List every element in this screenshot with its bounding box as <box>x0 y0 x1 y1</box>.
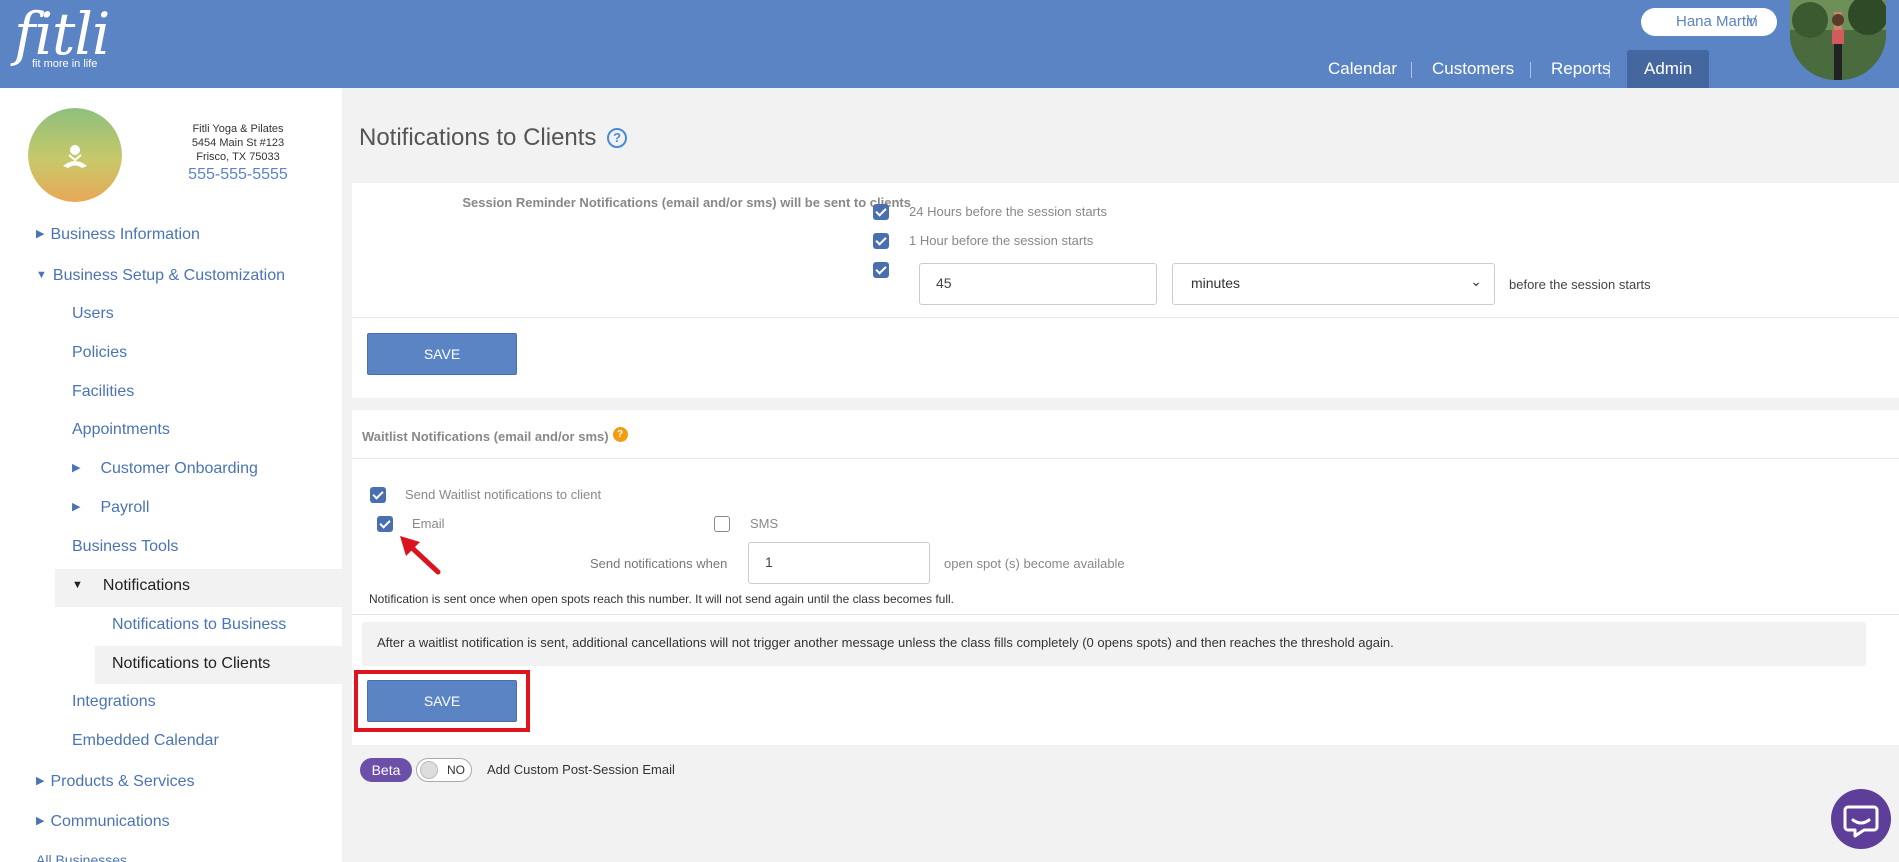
waitlist-send-label: Send Waitlist notifications to client <box>405 487 602 502</box>
reminder-unit-select[interactable]: minutes ⌄ <box>1172 263 1495 305</box>
sidebar-item-notifications[interactable]: ▼ Notifications <box>72 577 190 595</box>
business-address-line1: 5454 Main St #123 <box>191 137 285 149</box>
sidebar-item-all-businesses[interactable]: All Businesses <box>36 852 127 862</box>
sidebar-item-label: Products & Services <box>50 773 195 790</box>
session-reminder-card: Session Reminder Notifications (email an… <box>352 183 1899 398</box>
reminder-1h-checkbox[interactable] <box>873 233 889 249</box>
sidebar-item-policies[interactable]: Policies <box>72 344 127 362</box>
threshold-input[interactable]: 1 <box>748 542 930 584</box>
nav-divider <box>1411 62 1412 78</box>
nav-customers[interactable]: Customers <box>1432 50 1514 88</box>
waitlist-email-checkbox[interactable] <box>377 516 393 532</box>
reminder-custom-value-input[interactable]: 45 <box>919 263 1157 305</box>
threshold-label: Send notifications when <box>590 556 728 571</box>
sidebar-item-business-setup[interactable]: ▼ Business Setup & Customization <box>36 267 285 285</box>
sidebar-item-appointments[interactable]: Appointments <box>72 421 170 439</box>
page-title-text: Notifications to Clients <box>359 124 597 151</box>
waitlist-heading-text: Waitlist Notifications (email and/or sms… <box>362 429 609 444</box>
session-reminder-heading: Session Reminder Notifications (email an… <box>462 195 911 210</box>
waitlist-sms-checkbox[interactable] <box>714 516 730 532</box>
reminder-save-button[interactable]: SAVE <box>367 333 517 375</box>
user-menu-button[interactable]: Hana Martin ⋁ <box>1641 8 1777 36</box>
reminder-custom-checkbox[interactable] <box>873 262 889 278</box>
sidebar-item-label: Notifications <box>102 577 191 594</box>
sidebar-item-facilities[interactable]: Facilities <box>72 383 134 401</box>
sidebar-item-users[interactable]: Users <box>72 305 114 323</box>
custom-email-toggle[interactable]: NO <box>416 758 472 782</box>
nav-calendar[interactable]: Calendar <box>1328 50 1397 88</box>
red-arrow-annotation <box>400 536 441 575</box>
sidebar-item-embedded-calendar[interactable]: Embedded Calendar <box>72 732 219 750</box>
caret-right-icon: ▶ <box>72 462 81 474</box>
page-title: Notifications to Clients ? <box>359 124 628 152</box>
sidebar-item-customer-onboarding[interactable]: ▶ Customer Onboarding <box>72 460 258 478</box>
waitlist-heading: Waitlist Notifications (email and/or sms… <box>362 427 628 444</box>
reminder-unit-value: minutes <box>1191 275 1241 291</box>
custom-email-label: Add Custom Post-Session Email <box>487 762 675 777</box>
logo-wordmark: fitli <box>14 0 110 68</box>
waitlist-info-box: After a waitlist notification is sent, a… <box>362 622 1866 666</box>
card-divider <box>352 317 1899 318</box>
caret-down-icon: ▼ <box>72 579 83 591</box>
waitlist-sms-label: SMS <box>750 516 779 531</box>
chevron-down-icon: ⌄ <box>1470 273 1482 289</box>
waitlist-card: Waitlist Notifications (email and/or sms… <box>352 410 1899 745</box>
business-name: Fitli Yoga & Pilates <box>192 123 284 135</box>
nav-reports[interactable]: Reports <box>1551 50 1611 88</box>
card-divider <box>352 458 1899 459</box>
sidebar-item-payroll[interactable]: ▶ Payroll <box>72 499 149 517</box>
user-name: Hana Martin <box>1676 13 1758 30</box>
reminder-24h-checkbox[interactable] <box>873 204 889 220</box>
business-info: Fitli Yoga & Pilates 5454 Main St #123 F… <box>160 122 316 183</box>
caret-right-icon: ▶ <box>72 501 81 513</box>
chat-button[interactable] <box>1831 789 1891 849</box>
reminder-1h-label: 1 Hour before the session starts <box>909 233 1094 248</box>
sidebar-item-products-services[interactable]: ▶ Products & Services <box>36 773 195 791</box>
nav-divider <box>1609 62 1610 78</box>
waitlist-note: Notification is sent once when open spot… <box>369 592 954 606</box>
sidebar-item-communications[interactable]: ▶ Communications <box>36 813 170 831</box>
caret-right-icon: ▶ <box>36 775 45 787</box>
toggle-knob <box>420 761 438 779</box>
avatar[interactable] <box>1790 0 1886 80</box>
sidebar-item-notifications-to-clients[interactable]: Notifications to Clients <box>112 655 270 673</box>
nav-admin[interactable]: Admin <box>1627 50 1710 88</box>
business-phone[interactable]: 555-555-5555 <box>160 167 316 183</box>
sidebar-item-label: Payroll <box>100 499 150 516</box>
reminder-24h-label: 24 Hours before the session starts <box>909 204 1107 219</box>
sidebar-item-label: Customer Onboarding <box>100 460 258 477</box>
caret-right-icon: ▶ <box>36 228 45 240</box>
caret-right-icon: ▶ <box>36 815 45 827</box>
sidebar-item-business-tools[interactable]: Business Tools <box>72 538 178 556</box>
chevron-down-icon: ⋁ <box>1747 13 1757 27</box>
sidebar: Fitli Yoga & Pilates 5454 Main St #123 F… <box>0 88 342 862</box>
sidebar-item-label: Business Information <box>50 226 200 243</box>
toggle-state-label: NO <box>447 763 465 777</box>
business-address-line2: Frisco, TX 75033 <box>196 151 280 163</box>
nav-divider <box>1530 62 1531 78</box>
card-divider <box>352 614 1899 615</box>
caret-down-icon: ▼ <box>36 269 47 281</box>
sidebar-item-label: Communications <box>50 813 170 830</box>
reminder-custom-suffix: before the session starts <box>1509 277 1651 292</box>
fitli-logo[interactable]: fitli fit more in life <box>14 0 110 70</box>
threshold-suffix: open spot (s) become available <box>944 556 1125 571</box>
top-header: fitli fit more in life Hana Martin ⋁ Cal… <box>0 0 1899 88</box>
sidebar-item-integrations[interactable]: Integrations <box>72 693 156 711</box>
business-logo <box>28 108 122 202</box>
help-icon[interactable]: ? <box>607 128 628 148</box>
chat-bubble-icon <box>1843 805 1879 838</box>
help-icon[interactable]: ? <box>612 427 628 442</box>
sidebar-item-notifications-to-business[interactable]: Notifications to Business <box>112 616 286 634</box>
beta-badge: Beta <box>360 758 412 782</box>
waitlist-email-label: Email <box>412 516 445 531</box>
sidebar-item-label: Business Setup & Customization <box>52 267 286 284</box>
waitlist-send-checkbox[interactable] <box>370 487 386 503</box>
sidebar-item-business-information[interactable]: ▶ Business Information <box>36 226 200 244</box>
save-highlight-annotation <box>354 670 530 732</box>
